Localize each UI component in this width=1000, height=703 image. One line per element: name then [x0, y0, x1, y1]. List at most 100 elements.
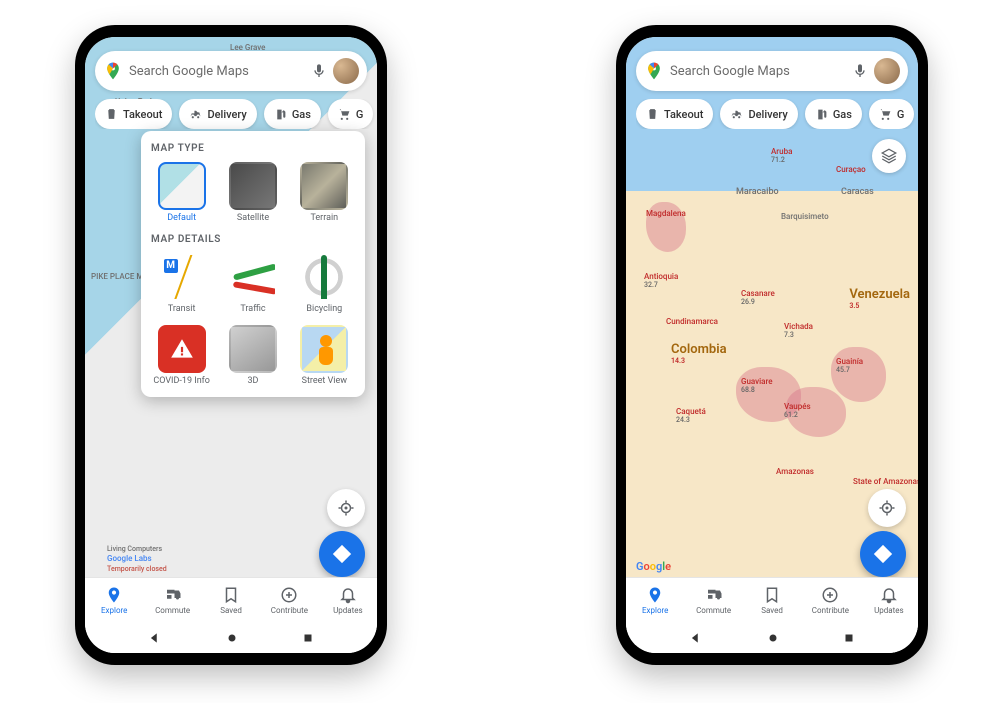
layers-icon [880, 147, 898, 165]
delivery-icon [730, 108, 743, 121]
detail-traffic[interactable]: Traffic [222, 253, 283, 315]
home-button[interactable] [766, 631, 780, 645]
map-label: PIKE PLACE MARKET [91, 272, 141, 281]
chip-label: Delivery [748, 108, 787, 121]
chip-label: Takeout [123, 108, 162, 121]
chip-label: Takeout [664, 108, 703, 121]
thumb-label: Street View [302, 377, 347, 387]
phone-frame-right: Aruba71.2 Curaçao Maracaibo Caracas Barq… [616, 25, 928, 665]
map-layers-panel: MAP TYPE Default Satellite Terrain MAP D… [141, 131, 365, 397]
chip-label: Delivery [207, 108, 246, 121]
thumb-bicycling [300, 253, 348, 301]
nav-label: Updates [874, 606, 904, 615]
chip-groceries[interactable]: G [328, 99, 374, 129]
nav-commute[interactable]: Commute [684, 586, 742, 615]
profile-avatar[interactable] [333, 58, 359, 84]
maptype-terrain[interactable]: Terrain [294, 162, 355, 224]
thumb-label: 3D [248, 377, 259, 387]
detail-streetview[interactable]: Street View [294, 325, 355, 387]
search-bar[interactable]: Search Google Maps [95, 51, 367, 91]
category-chips: Takeout Delivery Gas G [636, 99, 918, 129]
directions-fab[interactable] [319, 531, 365, 577]
map-label-venezuela: Venezuela3.5 [849, 287, 910, 310]
panel-section-maptype: MAP TYPE [151, 143, 355, 154]
map-label-vichada: Vichada7.3 [784, 322, 813, 339]
detail-covid[interactable]: COVID-19 Info [151, 325, 212, 387]
nav-explore[interactable]: Explore [85, 586, 143, 615]
chip-gas[interactable]: Gas [805, 99, 862, 129]
chip-takeout[interactable]: Takeout [95, 99, 172, 129]
maptype-default[interactable]: Default [151, 162, 212, 224]
delivery-icon [189, 108, 202, 121]
back-button[interactable] [689, 631, 703, 645]
mic-icon[interactable] [311, 63, 327, 79]
pin-icon [105, 586, 123, 604]
nav-label: Saved [761, 606, 783, 615]
map-label-cundinamarca: Cundinamarca [666, 317, 718, 326]
map-label-amazonas-co: Amazonas [776, 467, 814, 476]
search-placeholder: Search Google Maps [670, 64, 846, 79]
android-nav [626, 623, 918, 653]
chip-label: G [356, 108, 364, 121]
directions-fab[interactable] [860, 531, 906, 577]
locate-button[interactable] [327, 489, 365, 527]
locate-button[interactable] [868, 489, 906, 527]
map-label-caracas: Caracas [841, 187, 874, 197]
map-label-casanare: Casanare26.9 [741, 289, 775, 306]
thumb-label: Transit [168, 305, 196, 315]
mic-icon[interactable] [852, 63, 868, 79]
detail-bicycling[interactable]: Bicycling [294, 253, 355, 315]
chip-label: G [897, 108, 905, 121]
gas-icon [274, 108, 287, 121]
bottom-nav: Explore Commute Saved Contribute Updates [626, 577, 918, 623]
map-label-maracaibo: Maracaibo [736, 187, 779, 197]
profile-avatar[interactable] [874, 58, 900, 84]
thumb-label: Traffic [240, 305, 265, 315]
map-label-barquisimeto: Barquisimeto [781, 212, 829, 221]
back-button[interactable] [148, 631, 162, 645]
thumb-label: Default [167, 214, 196, 224]
nav-contribute[interactable]: Contribute [801, 586, 859, 615]
chip-takeout[interactable]: Takeout [636, 99, 713, 129]
bottom-nav: Explore Commute Saved Contribute Updates [85, 577, 377, 623]
nav-updates[interactable]: Updates [860, 586, 918, 615]
nav-label: Contribute [271, 606, 308, 615]
nav-contribute[interactable]: Contribute [260, 586, 318, 615]
nav-label: Updates [333, 606, 363, 615]
search-bar[interactable]: Search Google Maps [636, 51, 908, 91]
map-label-vaupes: Vaupés61.2 [784, 402, 811, 419]
gas-icon [815, 108, 828, 121]
gmaps-logo-icon [644, 61, 664, 81]
warning-icon [169, 336, 195, 362]
nav-explore[interactable]: Explore [626, 586, 684, 615]
map-label: Google Labs [107, 554, 152, 563]
plus-circle-icon [280, 586, 298, 604]
layers-button[interactable] [872, 139, 906, 173]
recents-button[interactable] [843, 632, 855, 644]
chip-delivery[interactable]: Delivery [179, 99, 256, 129]
thumb-satellite [229, 162, 277, 210]
chip-gas[interactable]: Gas [264, 99, 321, 129]
commute-icon [705, 586, 723, 604]
chip-delivery[interactable]: Delivery [720, 99, 797, 129]
chip-groceries[interactable]: G [869, 99, 915, 129]
commute-icon [164, 586, 182, 604]
thumb-label: Satellite [237, 214, 269, 224]
thumb-transit [158, 253, 206, 301]
screen-right: Aruba71.2 Curaçao Maracaibo Caracas Barq… [626, 37, 918, 653]
nav-updates[interactable]: Updates [319, 586, 377, 615]
crosshair-icon [878, 499, 896, 517]
chip-label: Gas [833, 108, 852, 121]
nav-label: Saved [220, 606, 242, 615]
detail-3d[interactable]: 3D [222, 325, 283, 387]
map-label-aruba: Aruba71.2 [771, 147, 792, 164]
nav-saved[interactable]: Saved [202, 586, 260, 615]
detail-transit[interactable]: Transit [151, 253, 212, 315]
android-nav [85, 623, 377, 653]
recents-button[interactable] [302, 632, 314, 644]
home-button[interactable] [225, 631, 239, 645]
thumb-traffic [229, 253, 277, 301]
nav-commute[interactable]: Commute [143, 586, 201, 615]
maptype-satellite[interactable]: Satellite [222, 162, 283, 224]
nav-saved[interactable]: Saved [743, 586, 801, 615]
